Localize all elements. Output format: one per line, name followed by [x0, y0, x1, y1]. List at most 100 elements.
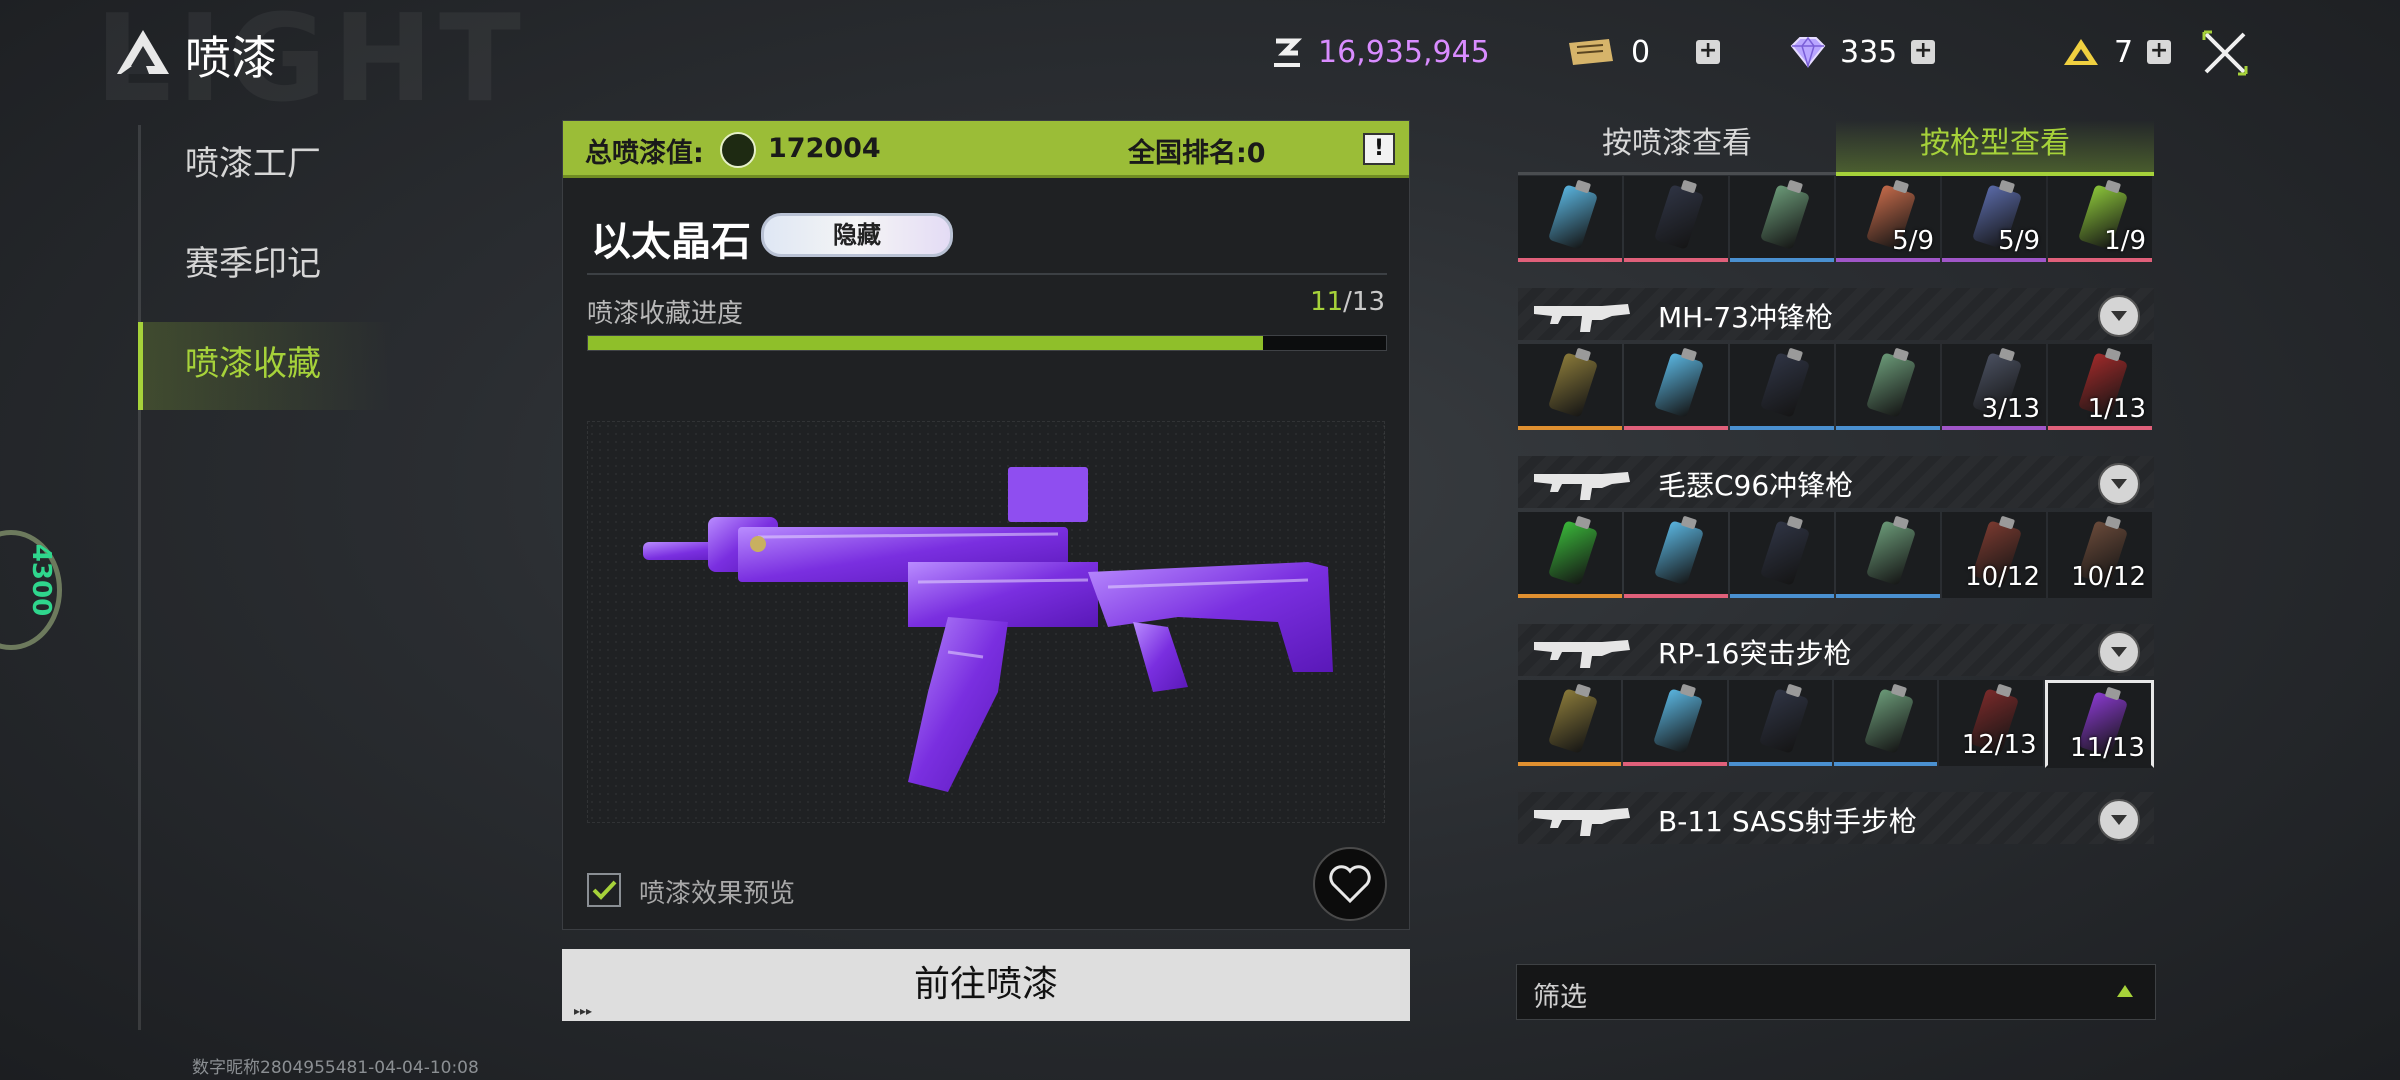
spray-can-cell[interactable] [1730, 176, 1834, 262]
spray-count: 11/13 [2070, 733, 2145, 763]
spray-can-icon [1865, 520, 1917, 586]
spray-can-cell[interactable] [1624, 512, 1728, 598]
spray-can-icon [1653, 688, 1704, 754]
spray-can-cell[interactable]: 10/12 [2048, 512, 2152, 598]
spray-count: 3/13 [1981, 394, 2040, 424]
spray-can-cell[interactable] [1518, 176, 1622, 262]
ticket-value: 0 [1631, 34, 1651, 70]
filter-label: 筛选 [1533, 982, 1587, 1013]
chevron-down-icon[interactable] [2098, 799, 2140, 841]
spray-row: 12/13 11/13 [1518, 680, 2154, 768]
spray-can-cell[interactable]: 12/13 [1939, 680, 2043, 766]
spray-row: 5/9 5/9 1/9 [1518, 176, 2154, 262]
skin-name: 以太晶石 [591, 219, 751, 265]
go-spray-button[interactable]: 前往喷漆 ▸▸▸ [562, 949, 1410, 1021]
gun-header[interactable]: B-11 SASS射手步枪 [1518, 792, 2154, 844]
go-spray-label: 前往喷漆 [913, 964, 1058, 1005]
divider [587, 273, 1387, 275]
spray-can-icon [1759, 184, 1811, 250]
gun-name: 毛瑟C96冲锋枪 [1658, 469, 1854, 502]
weapon-preview[interactable] [587, 421, 1385, 823]
gun-silhouette-icon [1534, 640, 1630, 668]
skin-detail-panel: 总喷漆值: 172004 全国排名:0 ! 以太晶石 隐藏 喷漆收藏进度 11/… [562, 120, 1410, 930]
spray-can-cell[interactable] [1518, 680, 1622, 766]
spray-can-icon [1547, 688, 1599, 754]
favorite-heart-button[interactable] [1313, 847, 1387, 921]
rifle-skin-image [643, 467, 1333, 792]
gun-header[interactable]: RP-16突击步枪 [1518, 624, 2154, 676]
add-ticket-button[interactable]: + [1696, 40, 1721, 64]
progress-bar [587, 335, 1387, 351]
spray-can-cell[interactable] [1624, 344, 1728, 430]
chevron-down-icon[interactable] [2098, 631, 2140, 673]
chevron-down-icon[interactable] [2098, 463, 2140, 505]
spray-can-cell[interactable] [1730, 344, 1834, 430]
gold-value: 7 [2114, 34, 2134, 70]
spray-row: 3/13 1/13 [1518, 344, 2154, 430]
spray-can-icon [1547, 520, 1599, 586]
spray-can-cell[interactable]: 3/13 [1942, 344, 2046, 430]
side-level-badge[interactable]: 4300 [0, 530, 62, 650]
spray-can-cell[interactable]: 11/13 [2044, 680, 2154, 768]
gun-header[interactable]: 毛瑟C96冲锋枪 [1518, 456, 2154, 508]
spray-count: 1/13 [2087, 394, 2146, 424]
progress-total: /13 [1343, 287, 1385, 317]
add-gold-button[interactable]: + [2147, 40, 2172, 64]
button-arrows-icon: ▸▸▸ [574, 1004, 593, 1018]
filter-toggle-icon [2117, 985, 2133, 997]
nav-rail [138, 125, 141, 1030]
gun-name: MH-73冲锋枪 [1658, 301, 1833, 334]
nav-item-season-mark[interactable]: 赛季印记 [185, 236, 321, 285]
spray-can-cell[interactable] [1730, 512, 1834, 598]
gun-name: B-11 SASS射手步枪 [1658, 805, 1917, 838]
spray-can-cell[interactable] [1518, 512, 1622, 598]
add-diamond-button[interactable]: + [1911, 40, 1936, 64]
spray-can-icon [1758, 688, 1809, 754]
spray-can-cell[interactable]: 10/12 [1942, 512, 2046, 598]
spray-can-cell[interactable] [1728, 680, 1832, 766]
gun-silhouette-icon [1534, 472, 1630, 500]
hidden-tag-badge: 隐藏 [761, 213, 953, 257]
progress-label: 喷漆收藏进度 [587, 299, 744, 329]
diamond-icon [1790, 36, 1826, 68]
gun-silhouette-icon [1534, 304, 1630, 332]
diamond-currency: 335 + [1790, 30, 1936, 74]
page-title: 喷漆 [185, 31, 277, 85]
spray-can-cell[interactable] [1623, 680, 1727, 766]
progress-current: 11 [1310, 287, 1344, 317]
preview-label: 喷漆效果预览 [639, 879, 796, 909]
spray-can-icon [1759, 520, 1811, 586]
progress-count: 11/13 [1310, 287, 1385, 317]
spray-can-icon [1547, 352, 1599, 418]
spray-can-cell[interactable]: 5/9 [1942, 176, 2046, 262]
spray-count: 5/9 [1892, 226, 1934, 256]
tab-by-spray[interactable]: 按喷漆查看 [1518, 120, 1836, 175]
filter-bar[interactable]: 筛选 [1516, 964, 2156, 1020]
spray-can-cell[interactable]: 5/9 [1836, 176, 1940, 262]
preview-checkbox[interactable] [587, 873, 621, 907]
chevron-down-icon[interactable] [2098, 295, 2140, 337]
spray-can-cell[interactable] [1836, 512, 1940, 598]
nav-item-spray-collection[interactable]: 喷漆收藏 [185, 336, 321, 385]
tab-by-gun-type[interactable]: 按枪型查看 [1836, 120, 2154, 176]
spray-can-cell[interactable] [1836, 344, 1940, 430]
ticket-icon [1565, 37, 1617, 67]
spray-can-cell[interactable]: 1/9 [2048, 176, 2152, 262]
gun-name: RP-16突击步枪 [1658, 637, 1852, 670]
heart-icon [1329, 865, 1371, 904]
spray-count: 5/9 [1998, 226, 2040, 256]
user-watermark: 数字昵称2804955481-04-04-10:08 [192, 1058, 479, 1078]
spray-can-cell[interactable] [1518, 344, 1622, 430]
gun-header[interactable]: MH-73冲锋枪 [1518, 288, 2154, 340]
diamond-value: 335 [1840, 34, 1898, 70]
nav-item-spray-factory[interactable]: 喷漆工厂 [185, 136, 321, 185]
spray-count: 1/9 [2104, 226, 2146, 256]
close-icon[interactable] [2200, 28, 2250, 78]
spray-can-icon [1547, 184, 1599, 250]
spray-can-cell[interactable] [1833, 680, 1938, 766]
spray-can-cell[interactable]: 1/13 [2048, 344, 2152, 430]
info-icon[interactable]: ! [1363, 133, 1395, 165]
progress-fill [588, 336, 1264, 350]
ticket-currency: 0 + [1565, 30, 1721, 74]
spray-can-cell[interactable] [1624, 176, 1728, 262]
